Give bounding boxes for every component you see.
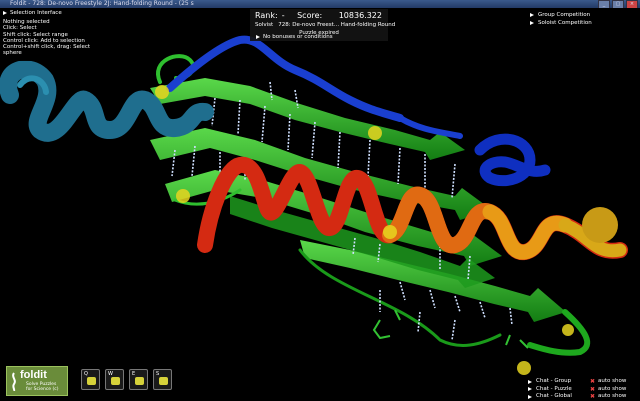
puzzle-name: 728: De-novo Freest... Hand-folding Roun…	[278, 22, 396, 28]
chat-row-global[interactable]: Chat - Global ✖ auto show	[528, 393, 640, 401]
tool-button[interactable]: Q	[81, 369, 100, 390]
auto-show-label[interactable]: auto show	[598, 386, 626, 394]
green-sidechains	[372, 309, 529, 349]
tool-key: S	[156, 371, 160, 377]
tool-key: Q	[84, 371, 88, 377]
expand-triangle-icon	[530, 21, 534, 25]
expand-triangle-icon	[530, 13, 534, 17]
selection-panel: Selection Interface Nothing selected Cli…	[0, 9, 95, 61]
expand-triangle-icon	[256, 35, 260, 39]
tool-button[interactable]: E	[129, 369, 148, 390]
score-label: Score:	[297, 11, 323, 20]
competition-panel: Group Competition Soloist Competition	[530, 11, 592, 27]
player-role: Solvist	[255, 22, 274, 28]
selection-line: sphere	[3, 50, 22, 57]
tool-icon	[87, 377, 96, 385]
foldit-logo[interactable]: foldit Solve Puzzles for Science (c)	[6, 366, 68, 396]
rank-value: -	[281, 11, 285, 20]
blue-segment[interactable]	[166, 35, 551, 187]
tool-button[interactable]: S	[153, 369, 172, 390]
chat-row-puzzle[interactable]: Chat - Puzzle ✖ auto show	[528, 386, 640, 394]
solo-competition-toggle[interactable]: Soloist Competition	[530, 19, 592, 27]
auto-show-label[interactable]: auto show	[598, 378, 626, 386]
expand-triangle-icon	[528, 394, 532, 399]
chat-panel: Chat - Group ✖ auto show Chat - Puzzle ✖…	[528, 378, 640, 401]
close-x-icon[interactable]: ✖	[590, 393, 598, 401]
tool-icon	[159, 377, 168, 385]
close-x-icon[interactable]: ✖	[590, 386, 598, 394]
tool-icon	[135, 377, 144, 385]
bonus-text: No bonuses or conditions	[263, 34, 333, 40]
chat-label: Chat - Global	[536, 393, 572, 399]
score-value: 10836.322	[338, 11, 382, 20]
close-x-icon[interactable]: ✖	[590, 378, 598, 386]
tool-icon	[111, 377, 120, 385]
logo-brand: foldit	[20, 369, 47, 381]
tool-button[interactable]: W	[105, 369, 124, 390]
chat-row-group[interactable]: Chat - Group ✖ auto show	[528, 378, 640, 386]
chat-label: Chat - Puzzle	[536, 385, 572, 392]
chat-label: Chat - Group	[536, 378, 572, 384]
tool-key: E	[132, 371, 136, 377]
tool-bar: Q W E S	[81, 369, 172, 390]
bonus-toggle[interactable]: No bonuses or conditions	[256, 34, 333, 40]
protein-viewport[interactable]	[0, 0, 640, 400]
expand-triangle-icon	[528, 379, 532, 384]
solo-competition-label: Soloist Competition	[538, 20, 592, 26]
expand-triangle-icon	[528, 387, 532, 392]
logo-badge: (c)	[52, 387, 59, 392]
rank-label: Rank:	[255, 11, 278, 20]
foldit-figure-icon	[12, 372, 16, 391]
expand-triangle-icon[interactable]	[3, 11, 7, 16]
logo-tagline-2: for Science	[26, 387, 52, 392]
selection-panel-title: Selection Interface	[10, 10, 62, 16]
auto-show-label[interactable]: auto show	[598, 393, 626, 401]
group-competition-label: Group Competition	[538, 12, 591, 18]
group-competition-toggle[interactable]: Group Competition	[530, 11, 592, 19]
